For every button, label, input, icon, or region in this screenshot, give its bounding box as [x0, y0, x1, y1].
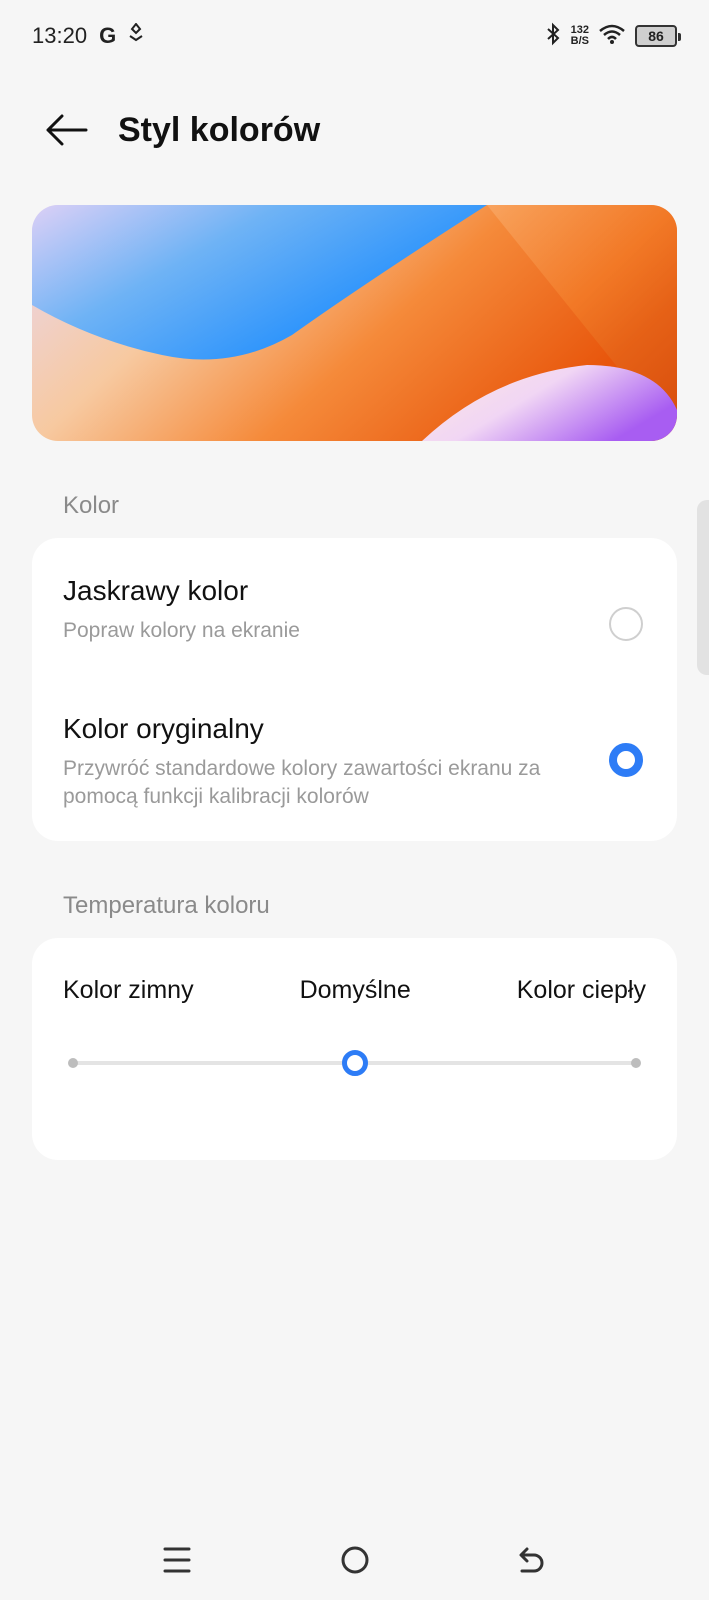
option-original-title: Kolor oryginalny	[63, 713, 264, 744]
radio-vivid-color[interactable]	[609, 607, 643, 641]
temp-warm-label: Kolor ciepły	[516, 976, 646, 1004]
back-button[interactable]	[36, 100, 96, 160]
color-style-screen: 13:20 G 132 B/S 86 Styl kolorów Kolor Ja…	[0, 0, 709, 1600]
navigation-bar	[0, 1530, 709, 1590]
menu-button[interactable]	[147, 1530, 207, 1590]
slider-max-dot	[631, 1058, 641, 1068]
option-vivid-title: Jaskrawy kolor	[63, 575, 249, 606]
battery-level: 86	[648, 28, 664, 44]
temperature-card: Kolor zimny Domyślne Kolor ciepły	[32, 938, 677, 1160]
option-original-color[interactable]: Kolor oryginalny Przywróć standardowe ko…	[32, 713, 677, 811]
temperature-slider[interactable]	[68, 1046, 641, 1080]
status-bar: 13:20 G 132 B/S 86	[0, 0, 709, 72]
color-preview-banner	[32, 205, 677, 441]
net-speed-unit: B/S	[570, 35, 589, 47]
temperature-section-label: Temperatura koloru	[63, 892, 270, 919]
temp-default-label: Domyślne	[299, 976, 411, 1004]
return-icon	[519, 1547, 544, 1573]
edge-panel-handle[interactable]	[697, 500, 709, 675]
location-pin-icon	[128, 22, 144, 49]
return-button[interactable]	[502, 1530, 562, 1590]
network-speed: 132 B/S	[571, 25, 589, 47]
radio-original-color[interactable]	[609, 743, 643, 777]
google-icon: G	[99, 23, 117, 48]
option-vivid-subtitle: Popraw kolory na ekranie	[63, 619, 300, 642]
home-button[interactable]	[325, 1530, 385, 1590]
option-original-subtitle: Przywróć standardowe kolory zawartości e…	[63, 757, 541, 808]
home-circle-icon	[341, 1546, 369, 1574]
status-right: 132 B/S 86	[545, 22, 681, 51]
status-left: 13:20 G	[32, 22, 144, 49]
slider-min-dot	[68, 1058, 78, 1068]
temperature-labels: Kolor zimny Domyślne Kolor ciepły	[63, 976, 646, 1005]
color-section-label: Kolor	[63, 492, 120, 519]
battery-icon: 86	[635, 25, 681, 47]
slider-thumb[interactable]	[341, 1050, 368, 1076]
temp-cold-label: Kolor zimny	[63, 976, 194, 1004]
header: Styl kolorów	[0, 90, 709, 170]
page-title: Styl kolorów	[118, 110, 321, 149]
status-time: 13:20	[32, 23, 88, 48]
wifi-icon	[599, 24, 625, 49]
option-vivid-color[interactable]: Jaskrawy kolor Popraw kolory na ekranie	[32, 575, 677, 645]
arrow-left-icon	[46, 114, 88, 146]
menu-icon	[163, 1547, 191, 1573]
color-options-card: Jaskrawy kolor Popraw kolory na ekranie …	[32, 538, 677, 841]
bluetooth-icon	[545, 22, 561, 51]
